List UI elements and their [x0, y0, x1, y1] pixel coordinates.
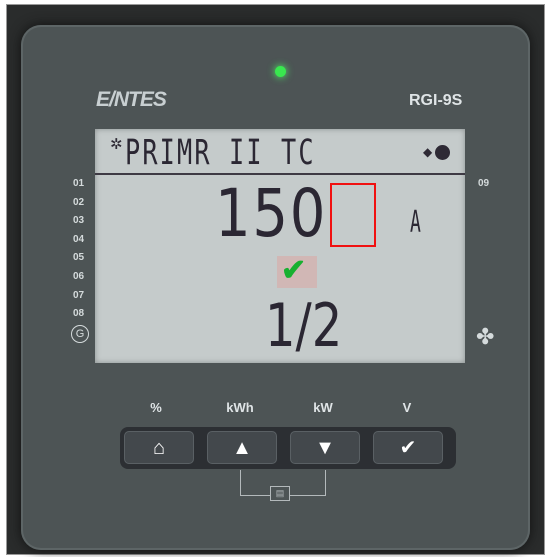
lcd-screen: ✲ PRIMR II TC ◆ 150 A ✔ 1/2	[95, 129, 465, 363]
model-label: RGI-9S	[409, 92, 463, 109]
indicator-label: 06	[73, 270, 85, 282]
lcd-sub-value: 1/2	[265, 291, 343, 361]
confirm-button[interactable]: ✔	[373, 431, 443, 464]
indicator-label: 07	[73, 289, 85, 301]
brand-logo: E/NTES	[96, 88, 167, 111]
indicator-column-left: 01 02 03 04 05 06 07 08	[73, 178, 84, 327]
generator-icon: G	[71, 325, 89, 343]
indicator-label: 02	[73, 196, 85, 208]
lcd-main-value: 150	[215, 175, 328, 252]
check-icon: ✔	[399, 437, 417, 459]
status-led	[275, 66, 286, 77]
arrow-down-icon: ▼	[315, 437, 335, 459]
green-check-icon: ✔	[281, 254, 307, 287]
home-button[interactable]: ⌂	[124, 431, 194, 464]
home-icon: ⌂	[152, 437, 166, 459]
indicator-label: 08	[73, 308, 85, 320]
down-button[interactable]: ▼	[290, 431, 360, 464]
lcd-unit: A	[410, 205, 421, 240]
up-down-icon: ◆	[423, 145, 433, 159]
indicator-label: 01	[73, 178, 85, 189]
book-icon: ▤	[270, 486, 290, 501]
function-label-v: V	[402, 400, 412, 415]
function-label-kw: kW	[313, 400, 333, 415]
lcd-check-icon	[435, 145, 450, 160]
indicator-label: 05	[73, 252, 85, 264]
indicator-label-right: 09	[478, 178, 490, 189]
indicator-label: 03	[73, 215, 85, 227]
highlight-box	[330, 183, 376, 247]
arrow-up-icon: ▲	[232, 437, 252, 459]
function-label-percent: %	[150, 400, 162, 415]
lcd-header-row: ✲ PRIMR II TC ◆	[95, 129, 465, 175]
up-button[interactable]: ▲	[207, 431, 277, 464]
fan-icon: ✤	[476, 324, 495, 349]
lcd-heading: PRIMR II TC	[125, 133, 316, 173]
gear-icon: ✲	[110, 136, 123, 153]
function-label-kwh: kWh	[226, 400, 254, 415]
indicator-label: 04	[73, 233, 85, 245]
